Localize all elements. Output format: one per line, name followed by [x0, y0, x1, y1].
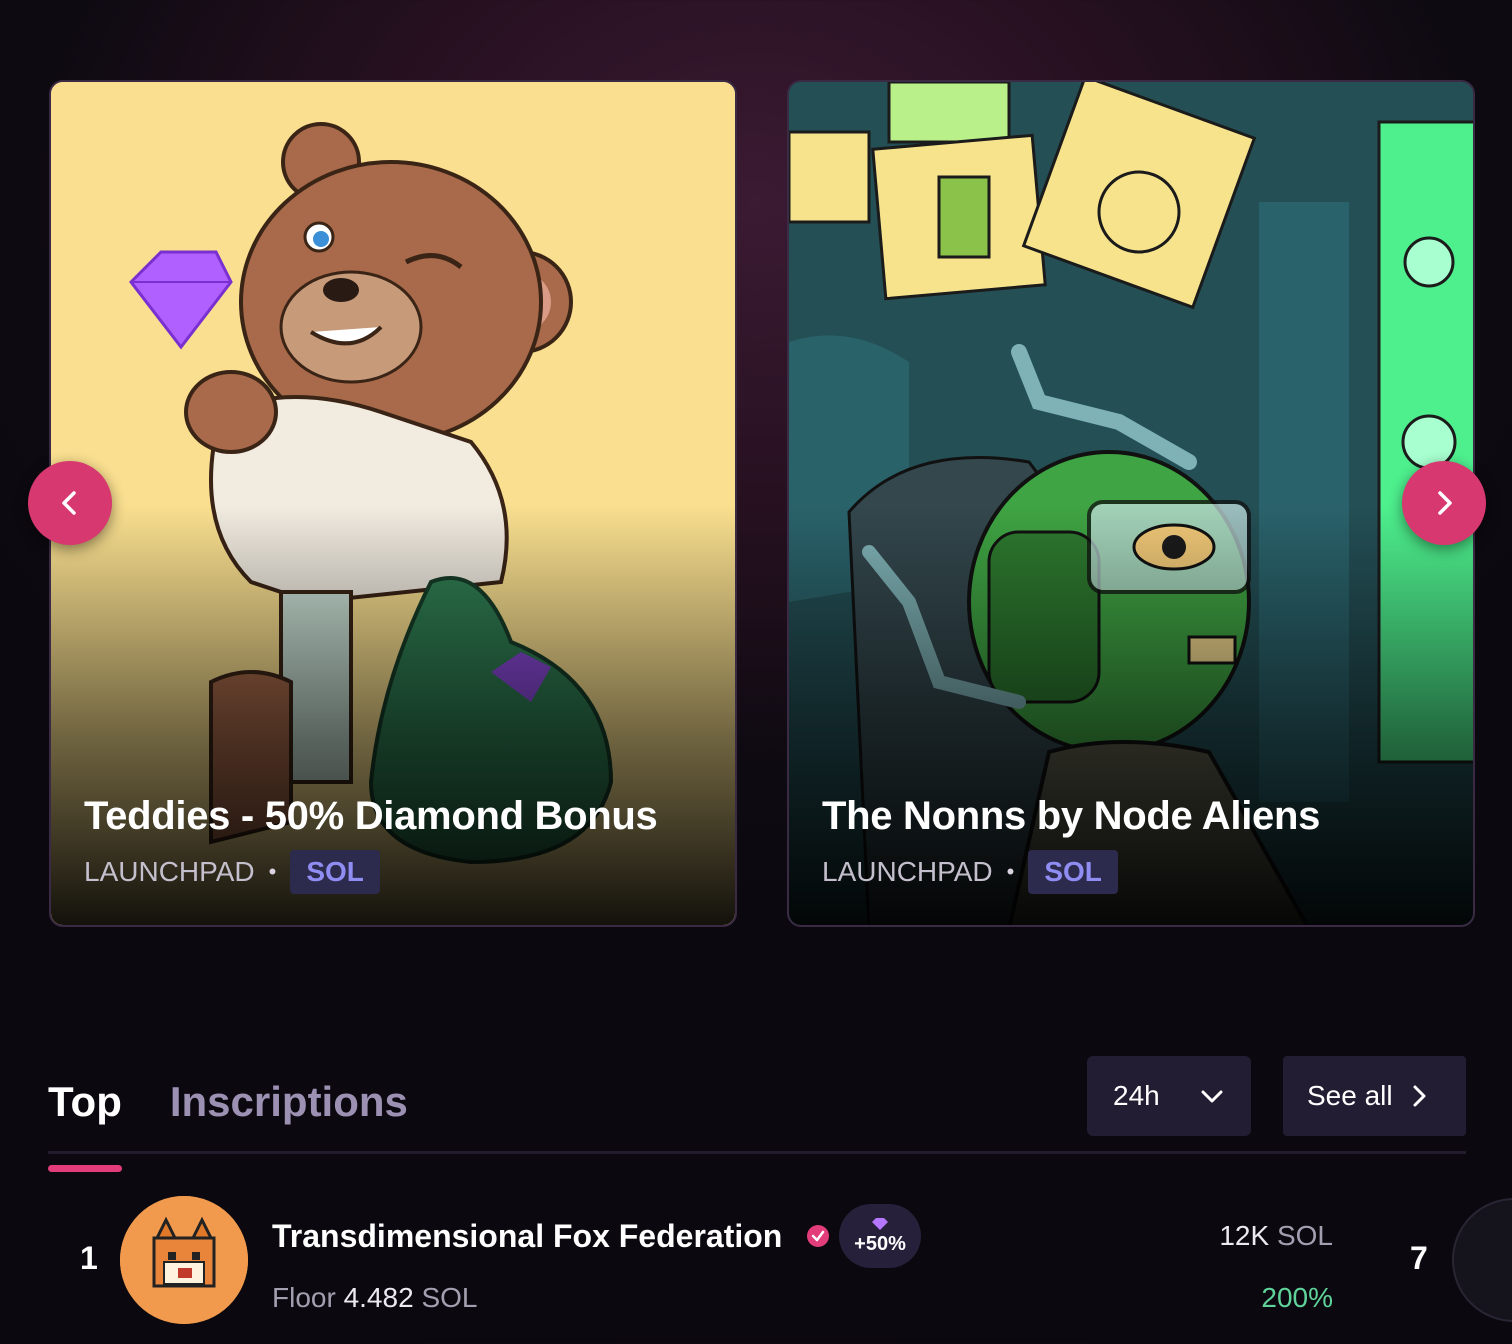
- see-all-label: See all: [1307, 1080, 1393, 1111]
- collection-row[interactable]: 1 Transdimensional Fox Federation +50% F…: [0, 1190, 1512, 1344]
- volume-unit: SOL: [1276, 1220, 1333, 1251]
- chevron-right-icon: [1438, 491, 1452, 515]
- period-value: 24h: [1113, 1080, 1160, 1111]
- floor-label: Floor: [272, 1282, 336, 1313]
- fox-avatar-icon: [120, 1196, 248, 1324]
- floor-unit: SOL: [421, 1282, 478, 1313]
- avatar: [120, 1196, 248, 1324]
- tab-inscriptions[interactable]: Inscriptions: [170, 1078, 408, 1126]
- volume: 12K SOL: [1219, 1220, 1333, 1252]
- card-category: LAUNCHPAD: [822, 856, 993, 887]
- chevron-down-icon: [1201, 1090, 1223, 1103]
- meta-separator: •: [268, 859, 277, 884]
- card-title[interactable]: The Nonns by Node Aliens: [822, 794, 1320, 839]
- bonus-percent: +50%: [854, 1232, 906, 1255]
- carousel-prev-button[interactable]: [28, 461, 112, 545]
- card-meta: LAUNCHPAD • SOL: [822, 850, 1118, 894]
- verified-icon: [807, 1225, 829, 1247]
- card-meta: LAUNCHPAD • SOL: [84, 850, 380, 894]
- volume-change: 200%: [1261, 1282, 1333, 1313]
- period-dropdown[interactable]: 24h: [1087, 1056, 1251, 1136]
- featured-card-teddies[interactable]: Teddies - 50% Diamond Bonus LAUNCHPAD • …: [49, 80, 737, 927]
- rank-number: 7: [1410, 1240, 1428, 1276]
- rank-number: 1: [80, 1240, 98, 1276]
- tabs-divider: [48, 1151, 1466, 1154]
- card-title[interactable]: Teddies - 50% Diamond Bonus: [84, 794, 658, 839]
- diamond-icon: [872, 1217, 888, 1230]
- chevron-right-icon: [1413, 1085, 1426, 1107]
- featured-card-nonns[interactable]: The Nonns by Node Aliens LAUNCHPAD • SOL: [787, 80, 1475, 927]
- floor-value: 4.482: [343, 1282, 414, 1313]
- avatar: [1452, 1198, 1512, 1322]
- floor-price: Floor 4.482 SOL: [272, 1282, 477, 1314]
- chain-badge: SOL: [290, 850, 380, 894]
- chain-badge: SOL: [1028, 850, 1118, 894]
- meta-separator: •: [1006, 859, 1015, 884]
- chevron-left-icon: [62, 491, 76, 515]
- volume-value: 12K: [1219, 1220, 1270, 1251]
- carousel-next-button[interactable]: [1402, 461, 1486, 545]
- see-all-button[interactable]: See all: [1283, 1056, 1466, 1136]
- collection-name[interactable]: Transdimensional Fox Federation: [272, 1218, 782, 1255]
- diamond-bonus-badge: +50%: [839, 1204, 921, 1268]
- tab-top[interactable]: Top: [48, 1078, 122, 1172]
- card-category: LAUNCHPAD: [84, 856, 255, 887]
- collection-tabs: Top Inscriptions: [48, 1078, 408, 1172]
